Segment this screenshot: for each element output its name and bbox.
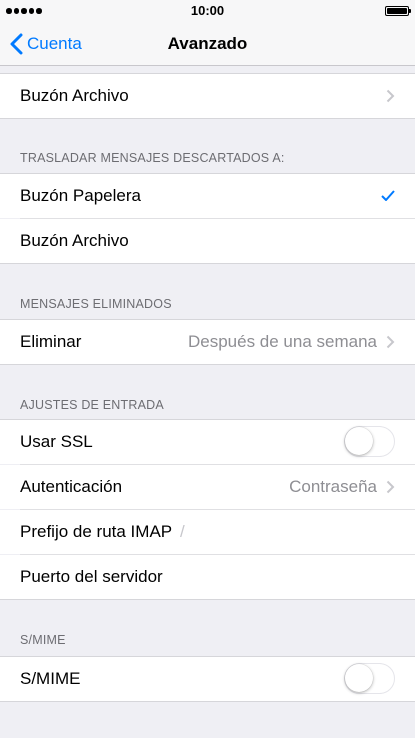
page-title: Avanzado	[167, 34, 248, 53]
divider	[0, 263, 415, 264]
imap-path-prefix-field[interactable]: /	[180, 510, 185, 554]
section-header-deleted: MENSAJES ELIMINADOS	[20, 297, 172, 311]
toggle-knob	[345, 427, 373, 455]
toggle-knob	[345, 664, 373, 692]
checkmark-icon	[381, 190, 395, 201]
divider	[0, 118, 415, 119]
row-label: Puerto del servidor	[20, 567, 163, 586]
divider	[0, 599, 415, 600]
row-value: Contraseña	[289, 477, 377, 496]
row-label: Prefijo de ruta IMAP	[20, 522, 173, 541]
archive-mailbox-option[interactable]: Buzón Archivo	[0, 219, 415, 263]
section-header-smime: S/MIME	[20, 633, 66, 647]
trash-mailbox-option[interactable]: Buzón Papelera	[0, 174, 415, 218]
row-value: Después de una semana	[187, 332, 377, 351]
chevron-right-icon	[386, 480, 395, 494]
row-label: Buzón Archivo	[20, 231, 129, 250]
chevron-right-icon	[386, 335, 395, 349]
section-header-discard: TRASLADAR MENSAJES DESCARTADOS A:	[20, 151, 285, 165]
row-label: Usar SSL	[20, 432, 93, 451]
status-bar: 10:00	[0, 0, 415, 22]
archive-mailbox-row[interactable]: Buzón Archivo	[0, 74, 415, 118]
divider	[0, 364, 415, 365]
status-time: 10:00	[190, 3, 225, 18]
section-header-incoming: AJUSTES DE ENTRADA	[20, 398, 164, 412]
row-label: Buzón Papelera	[20, 186, 141, 205]
imap-path-prefix-row: Prefijo de ruta IMAP /	[0, 510, 415, 554]
delete-messages-row[interactable]: Eliminar Después de una semana	[0, 320, 415, 364]
row-label: Eliminar	[20, 332, 82, 351]
row-label: S/MIME	[20, 669, 81, 688]
authentication-row[interactable]: Autenticación Contraseña	[0, 465, 415, 509]
smime-toggle[interactable]	[344, 663, 395, 694]
chevron-right-icon	[386, 89, 395, 103]
row-label: Buzón Archivo	[20, 86, 129, 105]
navigation-bar: Cuenta Avanzado	[0, 22, 415, 66]
smime-row: S/MIME	[0, 657, 415, 701]
row-label: Autenticación	[20, 477, 123, 496]
divider	[0, 73, 415, 74]
use-ssl-row: Usar SSL	[0, 420, 415, 464]
divider	[0, 701, 415, 702]
battery-icon	[385, 6, 411, 16]
server-port-row[interactable]: Puerto del servidor	[0, 555, 415, 599]
ssl-toggle[interactable]	[344, 426, 395, 457]
